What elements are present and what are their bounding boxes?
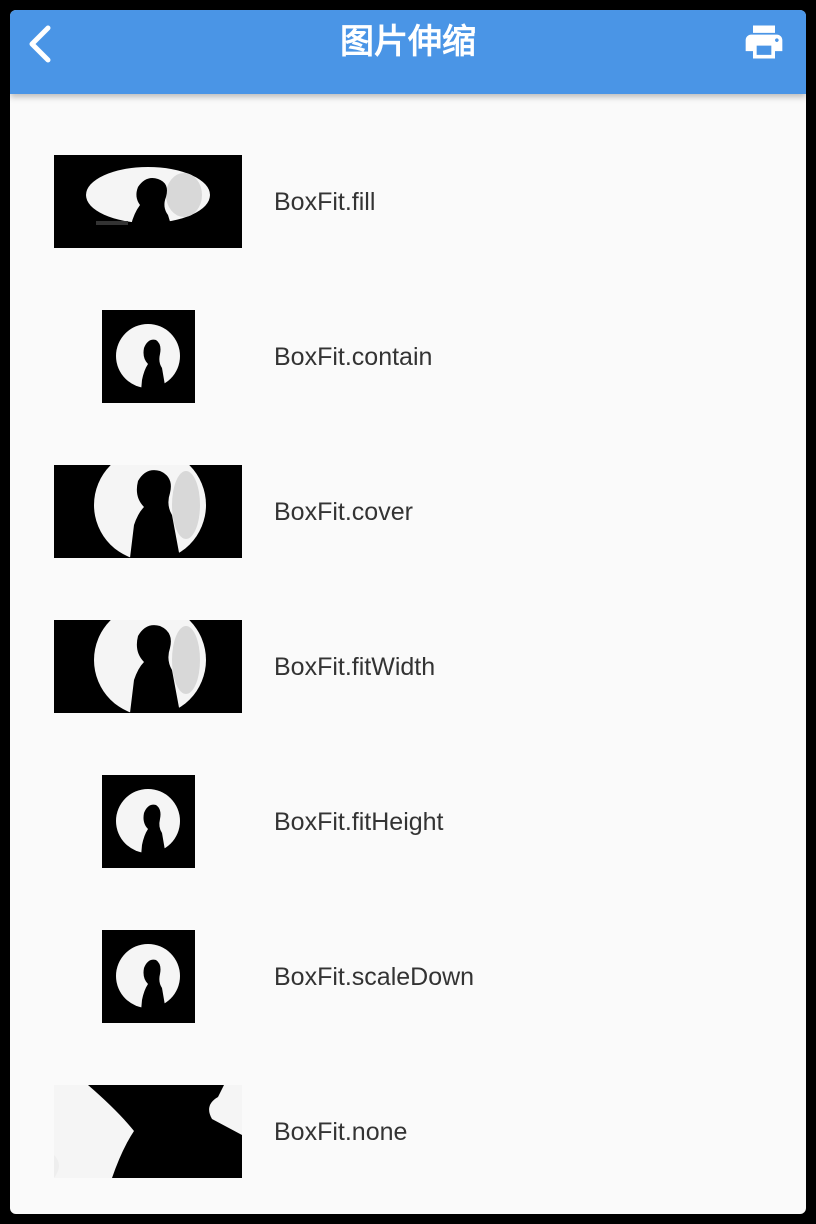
thumbnail-image xyxy=(54,620,242,713)
printer-icon xyxy=(745,25,783,59)
list-item[interactable]: BoxFit.contain xyxy=(10,310,806,460)
thumbnail-image xyxy=(102,775,195,868)
list-item-label: BoxFit.fitWidth xyxy=(274,653,436,681)
list-item-label: BoxFit.none xyxy=(274,1118,408,1146)
thumbnail-image xyxy=(54,1085,242,1178)
list-item[interactable]: BoxFit.scaleDown xyxy=(10,930,806,1080)
page-title: 图片伸缩 xyxy=(340,22,476,62)
list-item-label: BoxFit.fill xyxy=(274,188,376,216)
list-item[interactable]: BoxFit.cover xyxy=(10,465,806,615)
app-screen: 图片伸缩 BoxFit.fill BoxFit.contain BoxFit.c… xyxy=(10,10,806,1214)
app-bar: 图片伸缩 xyxy=(10,10,806,94)
list-item[interactable]: BoxFit.fitWidth xyxy=(10,620,806,770)
thumbnail-image xyxy=(102,310,195,403)
list-item-label: BoxFit.cover xyxy=(274,498,413,526)
list-item[interactable]: BoxFit.fitHeight xyxy=(10,775,806,925)
print-button[interactable] xyxy=(742,20,786,64)
thumbnail-image xyxy=(54,155,242,248)
thumbnail-image xyxy=(102,930,195,1023)
list-item-label: BoxFit.contain xyxy=(274,343,433,371)
list-item[interactable]: BoxFit.fill xyxy=(10,155,806,305)
thumbnail-image xyxy=(54,465,242,558)
list-item[interactable]: BoxFit.none xyxy=(10,1085,806,1214)
list-item-label: BoxFit.fitHeight xyxy=(274,808,444,836)
list-item-label: BoxFit.scaleDown xyxy=(274,963,475,991)
